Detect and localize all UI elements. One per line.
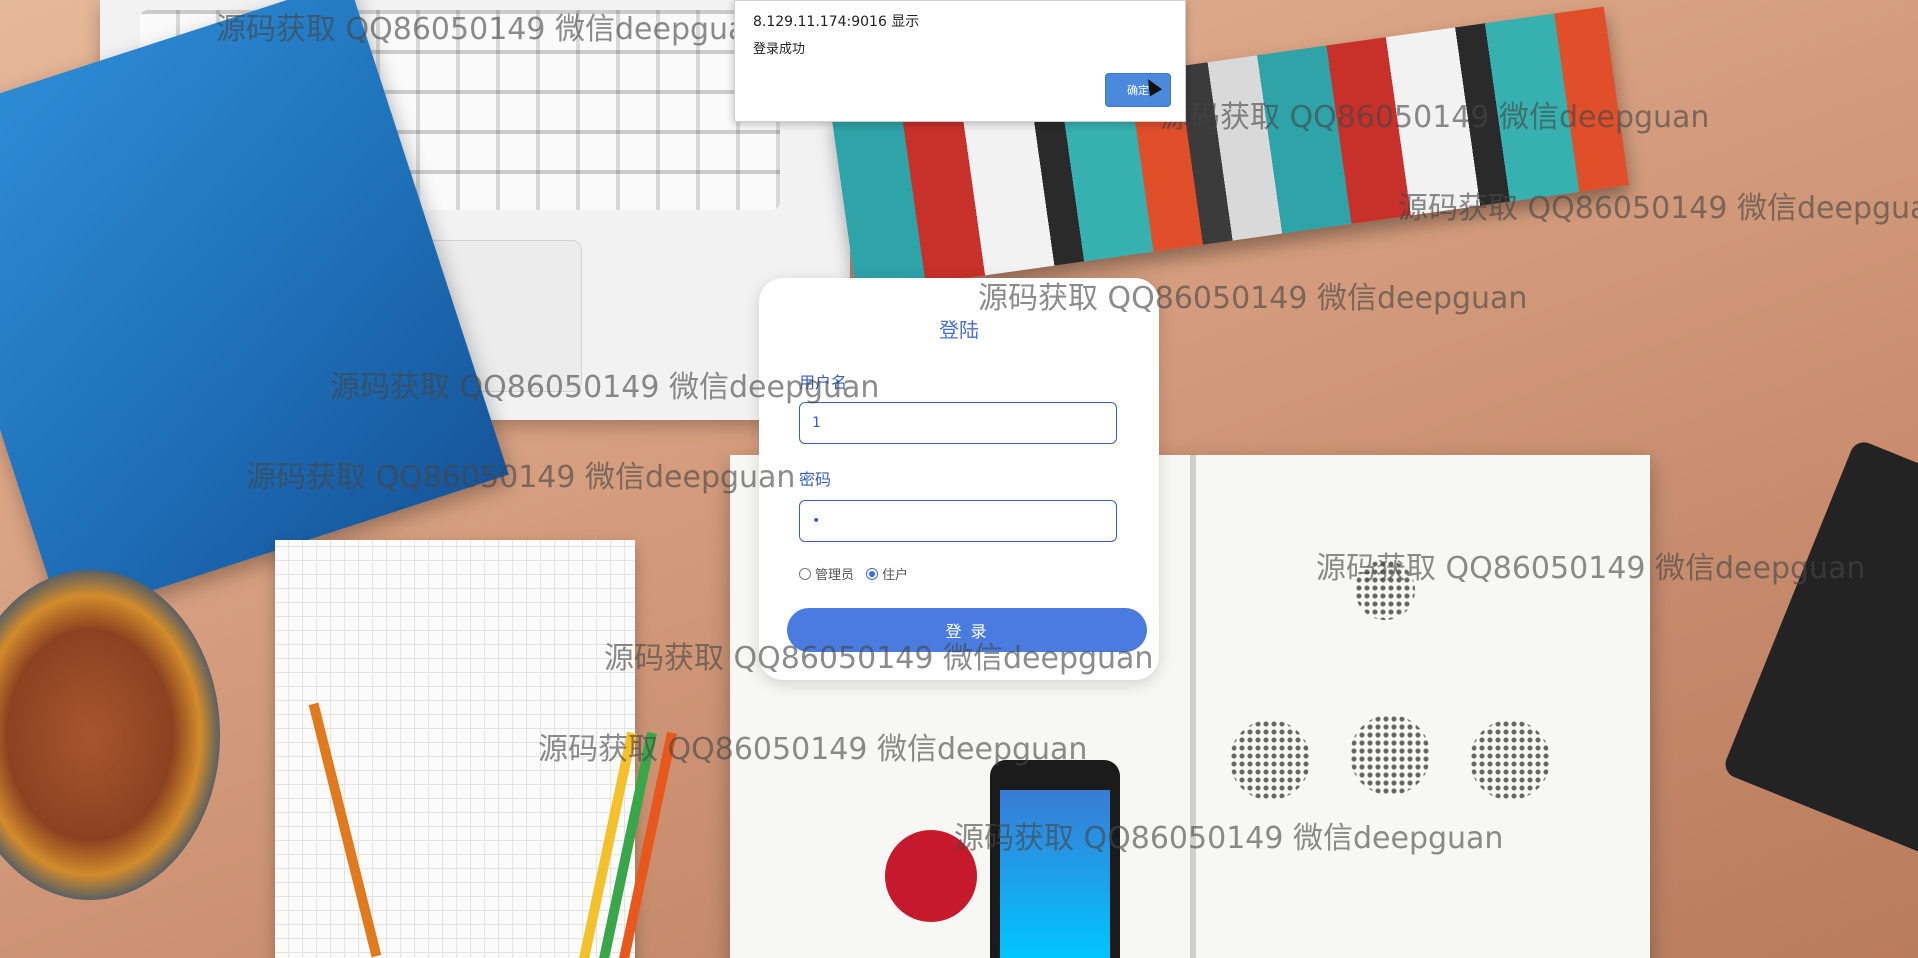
username-label: 用户名 (799, 373, 848, 392)
alert-origin: 8.129.11.174:9016 显示 (753, 14, 920, 30)
login-card: 登陆 用户名 密码 管理员 住户 登 录 (759, 278, 1159, 680)
password-label: 密码 (799, 470, 832, 489)
role-label-resident: 住户 (882, 568, 909, 583)
halftone-dots-image (1230, 720, 1310, 800)
role-selector: 管理员 住户 (799, 564, 920, 583)
halftone-dots-image (1355, 560, 1415, 620)
halftone-dots-image (1470, 720, 1550, 800)
role-label-admin: 管理员 (815, 568, 855, 583)
coaster-image (0, 570, 220, 900)
alert-dialog: 8.129.11.174:9016 显示 登录成功 确定 (734, 0, 1186, 122)
open-book-spine (1190, 455, 1196, 958)
phone-screen-image (1000, 790, 1110, 958)
login-title: 登陆 (939, 318, 979, 342)
radio-unchecked-icon[interactable] (799, 567, 811, 580)
role-option-resident[interactable]: 住户 (866, 564, 908, 583)
alert-message: 登录成功 (753, 42, 806, 57)
lg-logo-image (885, 830, 977, 922)
password-input[interactable] (799, 500, 1117, 542)
halftone-dots-image (1350, 715, 1430, 795)
radio-checked-icon[interactable] (866, 567, 879, 580)
alert-ok-button[interactable]: 确定 (1105, 73, 1171, 107)
login-button[interactable]: 登 录 (787, 608, 1147, 652)
username-input[interactable] (799, 402, 1117, 444)
tablet-image (1721, 438, 1918, 862)
role-option-admin[interactable]: 管理员 (799, 564, 854, 583)
